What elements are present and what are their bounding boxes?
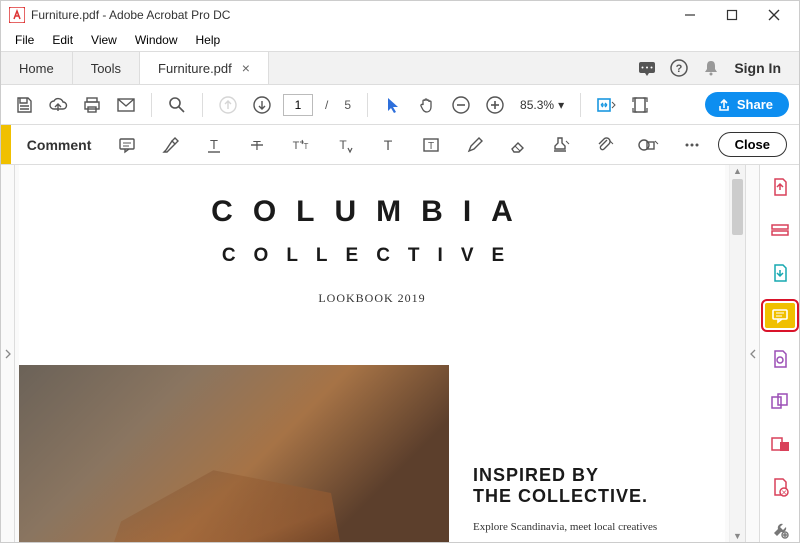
print-icon[interactable]: [79, 92, 105, 118]
page-down-icon[interactable]: [249, 92, 275, 118]
pointer-icon[interactable]: [380, 92, 406, 118]
maximize-button[interactable]: [711, 1, 753, 29]
zoom-out-icon[interactable]: [448, 92, 474, 118]
page-up-icon[interactable]: [215, 92, 241, 118]
shapes-icon[interactable]: [635, 131, 662, 159]
redact-icon[interactable]: [765, 432, 795, 457]
svg-text:T: T: [303, 142, 308, 151]
save-icon[interactable]: [11, 92, 37, 118]
tools-sidebar: ✕: [759, 165, 799, 542]
menu-file[interactable]: File: [7, 31, 42, 49]
create-pdf-icon[interactable]: [765, 218, 795, 243]
eraser-icon[interactable]: [504, 131, 531, 159]
left-panel-toggle[interactable]: [1, 165, 15, 542]
insert-text-icon[interactable]: T: [331, 131, 358, 159]
work-area: COLUMBIA COLLECTIVE LOOKBOOK 2019 INSPIR…: [1, 165, 799, 542]
comment-toolbar: Comment T T TT T T T Close: [1, 125, 799, 165]
doc-heading-2: COLLECTIVE: [19, 245, 725, 267]
svg-text:T: T: [383, 137, 392, 153]
notifications-icon[interactable]: [638, 59, 656, 77]
hand-icon[interactable]: [414, 92, 440, 118]
svg-text:✕: ✕: [781, 490, 787, 497]
tab-home[interactable]: Home: [1, 52, 73, 84]
highlight-icon[interactable]: [157, 131, 184, 159]
menu-window[interactable]: Window: [127, 31, 186, 49]
edit-pdf-icon[interactable]: [765, 261, 795, 286]
scroll-up-arrow[interactable]: ▲: [730, 166, 745, 176]
doc-heading-1: COLUMBIA: [19, 195, 725, 229]
close-window-button[interactable]: [753, 1, 795, 29]
fit-width-icon[interactable]: [593, 92, 619, 118]
right-panel-toggle[interactable]: [745, 165, 759, 542]
doc-section-heading-a: INSPIRED BY: [473, 465, 701, 486]
app-icon: [9, 7, 25, 23]
textbox-icon[interactable]: T: [417, 131, 444, 159]
underline-icon[interactable]: T: [200, 131, 227, 159]
menu-view[interactable]: View: [83, 31, 125, 49]
menu-edit[interactable]: Edit: [44, 31, 81, 49]
stamp-icon[interactable]: [548, 131, 575, 159]
bell-icon[interactable]: [702, 59, 720, 77]
cloud-icon[interactable]: [45, 92, 71, 118]
tab-document-label: Furniture.pdf: [158, 61, 232, 76]
mail-icon[interactable]: [113, 92, 139, 118]
more-icon[interactable]: [678, 131, 705, 159]
svg-text:?: ?: [676, 63, 683, 75]
tabbar: Home Tools Furniture.pdf × ? Sign In: [1, 51, 799, 85]
pdf-page: COLUMBIA COLLECTIVE LOOKBOOK 2019 INSPIR…: [19, 165, 725, 542]
scroll-down-arrow[interactable]: ▼: [730, 531, 745, 541]
help-icon[interactable]: ?: [670, 59, 688, 77]
protect-icon[interactable]: ✕: [765, 474, 795, 499]
chevron-down-icon: ▾: [558, 98, 564, 112]
svg-text:T: T: [210, 137, 218, 152]
scrollbar-thumb[interactable]: [732, 179, 743, 235]
export-pdf-icon[interactable]: [765, 175, 795, 200]
minimize-button[interactable]: [669, 1, 711, 29]
doc-section-heading-b: THE COLLECTIVE.: [473, 486, 701, 507]
tab-document[interactable]: Furniture.pdf ×: [140, 52, 269, 84]
more-tools-icon[interactable]: [765, 517, 795, 542]
add-text-icon[interactable]: T: [374, 131, 401, 159]
comment-tool-icon[interactable]: [765, 303, 795, 328]
organize-icon[interactable]: [765, 346, 795, 371]
pencil-icon[interactable]: [461, 131, 488, 159]
page-total: 5: [344, 98, 351, 112]
page-separator: /: [325, 98, 328, 112]
attach-icon[interactable]: [591, 131, 618, 159]
menubar: File Edit View Window Help: [1, 29, 799, 51]
menu-help[interactable]: Help: [188, 31, 229, 49]
svg-text:T: T: [428, 141, 434, 152]
share-button[interactable]: Share: [705, 92, 789, 117]
doc-image: [19, 365, 449, 542]
combine-icon[interactable]: [765, 389, 795, 414]
search-icon[interactable]: [164, 92, 190, 118]
tab-tools[interactable]: Tools: [73, 52, 140, 84]
page-input[interactable]: [283, 94, 313, 116]
svg-text:T: T: [340, 138, 348, 152]
sign-in-button[interactable]: Sign In: [734, 60, 781, 76]
doc-body-text: Explore Scandinavia, meet local creative…: [473, 521, 701, 533]
zoom-dropdown[interactable]: 85.3%▾: [520, 98, 564, 112]
share-icon: [717, 98, 731, 112]
window-title: Furniture.pdf - Adobe Acrobat Pro DC: [31, 8, 669, 22]
strikethrough-icon[interactable]: T: [244, 131, 271, 159]
tab-close-icon[interactable]: ×: [242, 60, 250, 76]
replace-text-icon[interactable]: TT: [287, 131, 314, 159]
comment-label: Comment: [27, 137, 92, 153]
svg-text:T: T: [292, 140, 299, 152]
doc-subtitle: LOOKBOOK 2019: [19, 291, 725, 306]
zoom-in-icon[interactable]: [482, 92, 508, 118]
main-toolbar: / 5 85.3%▾ Share: [1, 85, 799, 125]
document-viewport[interactable]: COLUMBIA COLLECTIVE LOOKBOOK 2019 INSPIR…: [15, 165, 729, 542]
vertical-scrollbar[interactable]: ▲ ▼: [729, 165, 745, 542]
titlebar: Furniture.pdf - Adobe Acrobat Pro DC: [1, 1, 799, 29]
sticky-note-icon[interactable]: [113, 131, 140, 159]
comment-tab-indicator: [1, 125, 11, 164]
fit-page-icon[interactable]: [627, 92, 653, 118]
close-button[interactable]: Close: [718, 132, 787, 157]
